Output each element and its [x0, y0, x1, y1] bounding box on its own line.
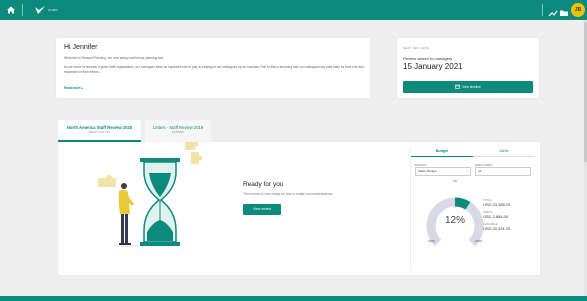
tab-subtitle: READY FOR YOU	[88, 131, 111, 134]
top-navigation-bar: CURO JB	[0, 0, 587, 20]
total-value: USD 23,385.29	[483, 202, 511, 207]
welcome-card: Hi Jennifer Welcome to Reward Planning, …	[56, 38, 370, 98]
tab-letters-review[interactable]: Letters - Staff Review 2019 LETTERS	[145, 120, 211, 142]
brand-name: CURO	[48, 8, 58, 12]
tab-title: Letters - Staff Review 2019	[152, 125, 204, 130]
logo-icon	[35, 6, 45, 14]
divider	[542, 4, 543, 16]
gauge-left-label: 100%	[428, 239, 436, 243]
available-value: USD 20,431.29	[483, 226, 511, 231]
tab-title: North America Staff Review 2020	[66, 125, 133, 130]
welcome-body: As we move to become a great Staff organ…	[64, 65, 364, 74]
brand-logo[interactable]: CURO	[34, 4, 58, 16]
view-timeline-button[interactable]: View timeline	[403, 81, 533, 93]
chart-icon[interactable]	[548, 5, 558, 17]
review-status-title: Ready for you	[243, 181, 284, 188]
calendar-icon	[455, 84, 460, 89]
employees-select-value: All	[478, 169, 482, 173]
footer-bar	[0, 296, 587, 301]
view-review-button[interactable]: View review	[243, 204, 281, 215]
welcome-greeting: Hi Jennifer	[64, 44, 98, 51]
tab-subtitle: LETTERS	[172, 131, 184, 134]
folder-icon[interactable]	[559, 5, 569, 16]
spent-value: USD 2,884.00	[483, 214, 509, 219]
key-date-description: Review closed to managers	[403, 56, 453, 61]
tab-north-america-review[interactable]: North America Staff Review 2020 READY FO…	[58, 120, 141, 142]
read-more-link[interactable]: Read more ▸	[64, 86, 83, 90]
review-status-description: This review is now ready for you to make…	[243, 192, 334, 196]
review-card: Ready for you This review is now ready f…	[58, 142, 540, 275]
budget-panel: Budget Alerts BUDGET Salary Budget ⌄ EMP…	[410, 146, 535, 271]
gauge-top-label: 0%	[453, 179, 458, 183]
user-avatar[interactable]: JB	[571, 3, 585, 17]
view-timeline-label: View timeline	[462, 85, 481, 89]
tab-budget[interactable]: Budget	[411, 146, 473, 157]
chevron-down-icon: ⌄	[525, 169, 528, 173]
welcome-intro: Welcome to Reward Planning, our new sala…	[64, 56, 165, 60]
hourglass-illustration	[98, 142, 202, 247]
gauge-right-label: 100%	[475, 239, 483, 243]
key-date-label: NEXT KEY DATE	[403, 46, 429, 50]
budget-percent: 12%	[444, 215, 465, 226]
tab-alerts[interactable]: Alerts	[473, 146, 535, 157]
home-icon[interactable]	[6, 4, 16, 16]
key-date-value: 15 January 2021	[403, 62, 463, 71]
divider	[22, 4, 23, 16]
key-date-card: NEXT KEY DATE Review closed to managers …	[397, 38, 539, 98]
budget-select-value: Salary Budget	[418, 169, 437, 173]
